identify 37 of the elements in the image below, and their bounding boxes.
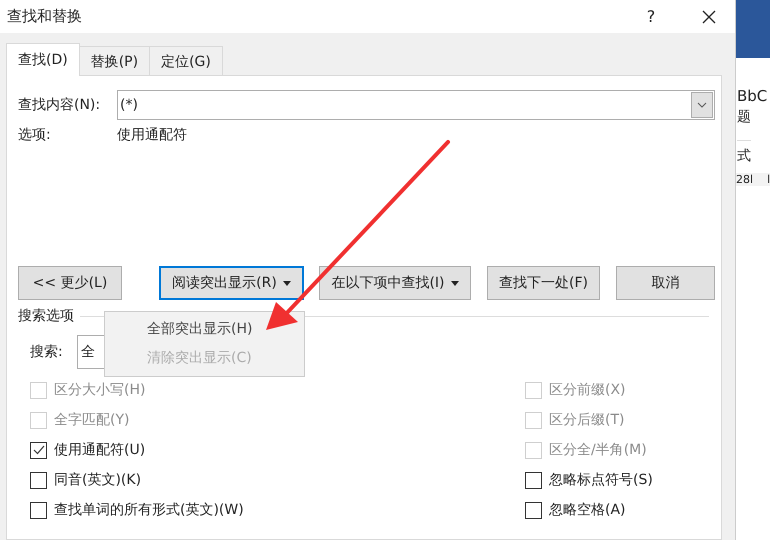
menu-item[interactable]: 全部突出显示(H): [105, 315, 304, 344]
button[interactable]: 阅读突出显示(R): [159, 266, 304, 300]
checkbox: 全字匹配(Y): [30, 405, 244, 435]
checkmark-icon: [32, 445, 44, 455]
menu-item: 清除突出显示(C): [146, 349, 253, 368]
section-title: 搜索选项: [18, 307, 74, 325]
search-label: 搜索:: [30, 343, 64, 361]
ruler: 28l l: [736, 173, 770, 186]
style-name: 题: [737, 108, 751, 126]
close-icon: [702, 10, 716, 24]
options-label: 选项:: [18, 126, 52, 144]
tab[interactable]: 定位(G): [149, 46, 223, 76]
help-button[interactable]: ?: [629, 0, 673, 33]
chevron-down-icon: [697, 102, 707, 108]
tab[interactable]: 查找(D): [6, 43, 80, 76]
button[interactable]: 在以下项中查找(I): [319, 266, 471, 300]
checkbox: 区分大小写(H): [30, 375, 244, 405]
find-what-field[interactable]: (*): [117, 90, 715, 120]
ribbon-bar: [736, 0, 770, 58]
button[interactable]: << 更少(L): [18, 266, 122, 300]
group-label: 式: [737, 140, 751, 165]
caret-down-icon: [282, 280, 291, 286]
checkbox[interactable]: 忽略标点符号(S): [525, 465, 675, 495]
checkbox: 区分前缀(X): [525, 375, 675, 405]
checkbox[interactable]: 忽略空格(A): [525, 495, 675, 525]
checkbox[interactable]: 查找单词的所有形式(英文)(W): [30, 495, 244, 525]
checkbox[interactable]: 使用通配符(U): [30, 435, 244, 465]
field-label: 查找内容(N):: [18, 96, 102, 114]
caret-down-icon: [450, 280, 459, 286]
checkbox[interactable]: 同音(英文)(K): [30, 465, 244, 495]
checkbox: 区分全/半角(M): [525, 435, 675, 465]
button[interactable]: 查找下一处(F): [487, 266, 600, 300]
button[interactable]: 取消: [616, 266, 715, 300]
style-sample: BbC: [737, 86, 768, 107]
window-title: 查找和替换: [7, 7, 82, 26]
options-value: 使用通配符: [117, 126, 187, 144]
checkbox: 区分后缀(T): [525, 405, 675, 435]
